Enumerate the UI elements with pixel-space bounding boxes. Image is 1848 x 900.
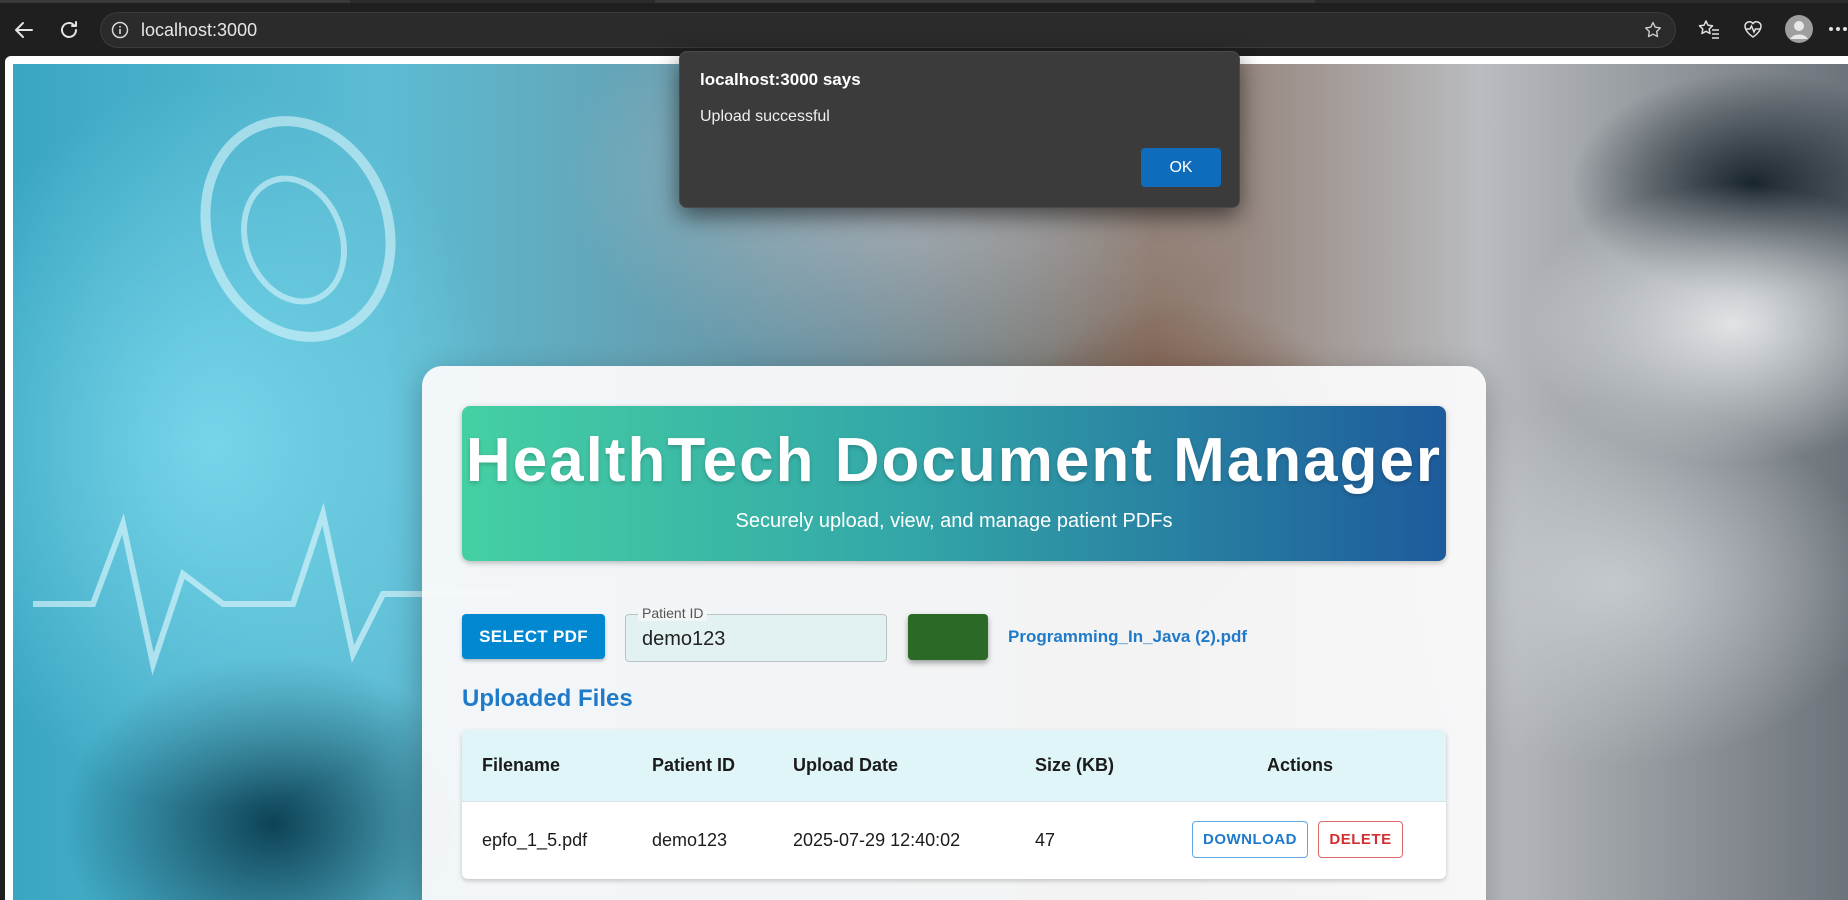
- tab-strip: [0, 0, 1848, 3]
- url-text[interactable]: localhost:3000: [141, 13, 257, 47]
- alert-dialog: localhost:3000 says Upload successful OK: [679, 51, 1240, 208]
- address-bar[interactable]: localhost:3000: [100, 12, 1676, 48]
- uploaded-files-heading: Uploaded Files: [462, 685, 633, 712]
- patient-id-input[interactable]: demo123: [642, 615, 725, 663]
- more-icon[interactable]: [1828, 14, 1848, 44]
- patient-id-field[interactable]: Patient ID demo123: [625, 605, 887, 663]
- dialog-title: localhost:3000 says: [700, 70, 861, 89]
- page-subtitle: Securely upload, view, and manage patien…: [735, 510, 1173, 532]
- dialog-message: Upload successful: [700, 108, 830, 125]
- back-arrow-icon: [15, 22, 33, 38]
- cell-upload-date: 2025-07-29 12:40:02: [793, 830, 961, 850]
- tab[interactable]: [0, 0, 350, 3]
- delete-button[interactable]: DELETE: [1318, 821, 1403, 858]
- header-banner: HealthTech Document Manager Securely upl…: [462, 406, 1446, 561]
- cell-patient-id: demo123: [652, 830, 728, 850]
- back-button[interactable]: [6, 12, 42, 48]
- cell-size: 47: [1035, 830, 1056, 850]
- document-manager-card: HealthTech Document Manager Securely upl…: [422, 366, 1486, 900]
- select-pdf-button[interactable]: SELECT PDF: [462, 614, 605, 659]
- download-button[interactable]: DOWNLOAD: [1192, 821, 1308, 858]
- browser-toolbar: localhost:3000: [0, 0, 1848, 56]
- page-title: HealthTech Document Manager: [465, 426, 1443, 495]
- column-header-size: Size (KB): [1035, 755, 1115, 775]
- column-header-filename: Filename: [482, 755, 561, 775]
- info-icon[interactable]: [111, 21, 129, 39]
- reload-button[interactable]: [51, 12, 87, 48]
- ok-button[interactable]: OK: [1141, 148, 1221, 187]
- selected-file-name: Programming_In_Java (2).pdf: [1008, 627, 1248, 646]
- column-header-upload-date: Upload Date: [793, 755, 899, 775]
- refresh-icon: [61, 21, 77, 38]
- cell-filename: epfo_1_5.pdf: [482, 830, 588, 850]
- tab[interactable]: [655, 0, 1315, 3]
- health-icon[interactable]: [1738, 14, 1768, 44]
- star-icon[interactable]: [1643, 20, 1663, 40]
- upload-controls: SELECT PDF Patient ID demo123 Programmin…: [462, 602, 1446, 662]
- column-header-actions: Actions: [1267, 755, 1334, 775]
- profile-icon[interactable]: [1784, 14, 1814, 44]
- column-header-patient-id: Patient ID: [652, 755, 736, 775]
- uploaded-files-table: Filename Patient ID Upload Date Size (KB…: [462, 730, 1446, 879]
- upload-button[interactable]: [908, 614, 988, 660]
- favorites-icon[interactable]: [1694, 14, 1724, 44]
